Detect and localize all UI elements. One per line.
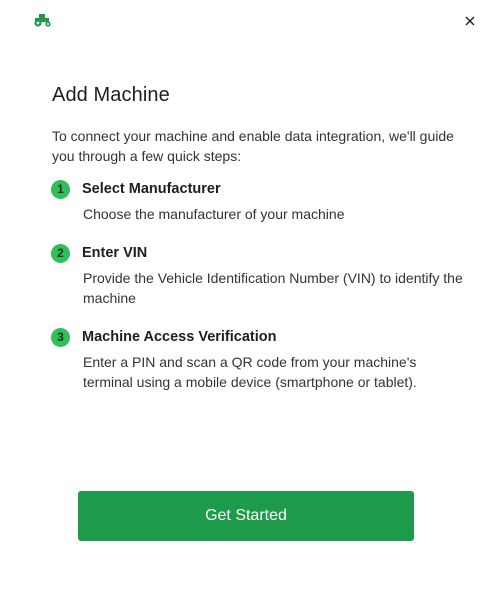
add-machine-dialog: Add Machine To connect your machine and …: [0, 0, 492, 594]
step-enter-vin: 2 Enter VIN Provide the Vehicle Identifi…: [51, 242, 463, 308]
step-title: Select Manufacturer: [82, 181, 221, 197]
step-machine-access-verification: 3 Machine Access Verification Enter a PI…: [51, 326, 462, 392]
dialog-content: Add Machine To connect your machine and …: [51, 84, 463, 410]
tractor-icon: [32, 12, 54, 28]
step-number-badge: 2: [51, 243, 70, 263]
step-title: Enter VIN: [82, 245, 148, 261]
step-header: 1 Select Manufacturer: [51, 178, 462, 200]
step-select-manufacturer: 1 Select Manufacturer Choose the manufac…: [51, 178, 462, 224]
step-title: Machine Access Verification: [82, 329, 277, 345]
step-description: Provide the Vehicle Identification Numbe…: [83, 270, 463, 306]
close-icon[interactable]: [460, 11, 480, 31]
step-description: Enter a PIN and scan a QR code from your…: [83, 354, 417, 390]
dialog-header: [0, 0, 492, 44]
get-started-button[interactable]: Get Started: [78, 491, 414, 541]
step-number-badge: 3: [51, 327, 70, 347]
step-number-badge: 1: [51, 179, 70, 199]
intro-text: To connect your machine and enable data …: [52, 128, 454, 164]
step-description: Choose the manufacturer of your machine: [83, 206, 345, 222]
step-header: 3 Machine Access Verification: [51, 326, 462, 348]
step-header: 2 Enter VIN: [51, 242, 462, 264]
dialog-title: Add Machine: [52, 84, 170, 106]
